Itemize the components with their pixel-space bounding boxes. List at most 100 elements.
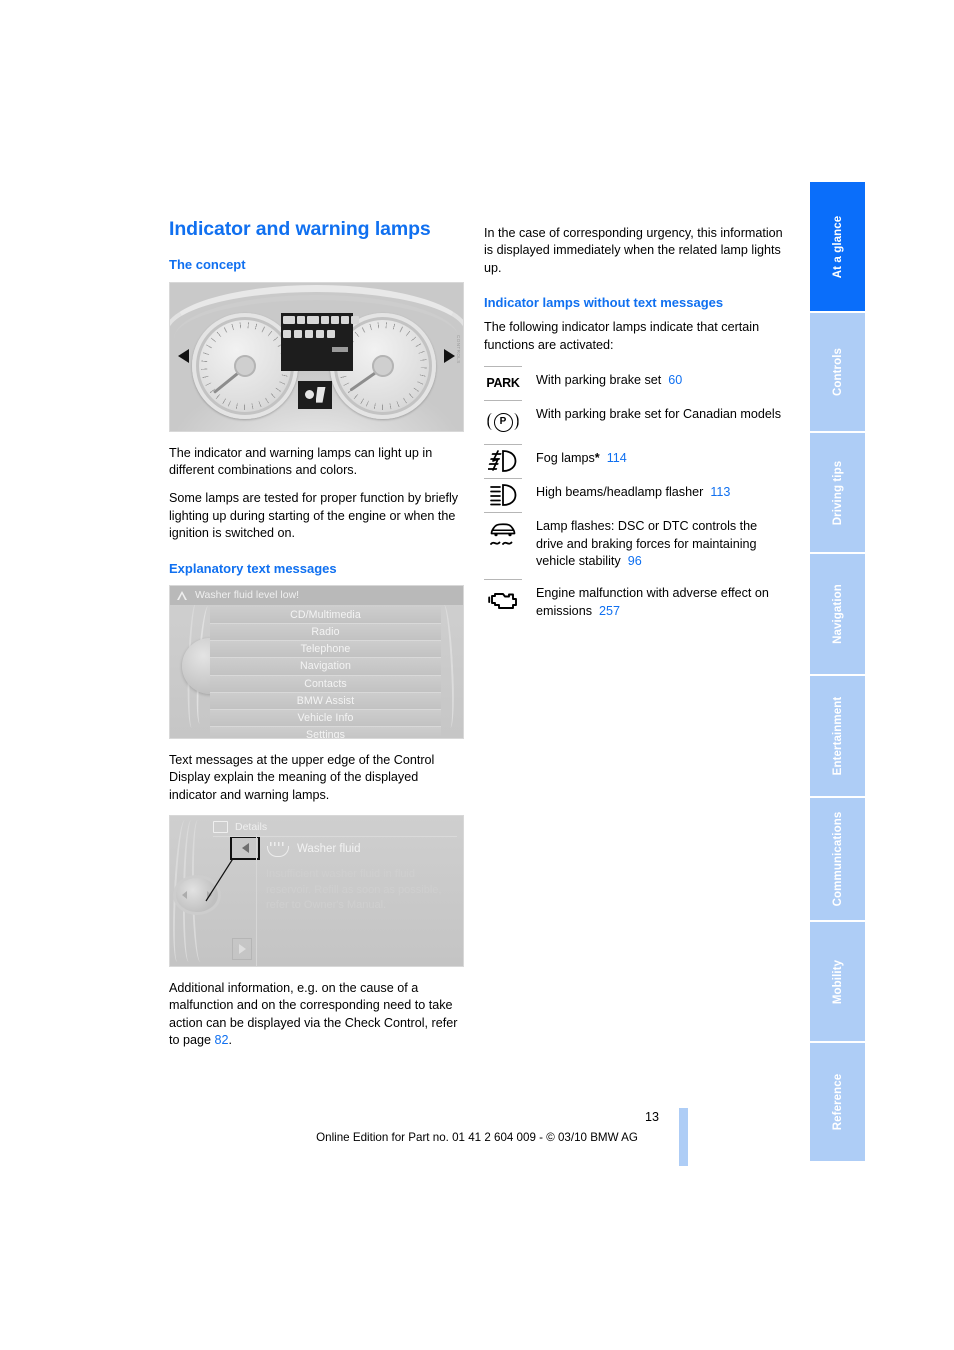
menu-item: CD/Multimedia xyxy=(210,606,441,624)
lamp-text: Fog lamps xyxy=(536,451,595,466)
lamp-text: Engine malfunction with adverse effect o… xyxy=(536,586,769,618)
lamp-description: Fog lamps* 114 xyxy=(522,444,784,476)
table-row: Fog lamps* 114 xyxy=(484,444,784,478)
speedometer-hub xyxy=(234,354,256,377)
concept-paragraph-1: The indicator and warning lamps can ligh… xyxy=(169,445,433,478)
menu-item-label: Settings xyxy=(305,729,346,739)
menu-item: BMW Assist xyxy=(210,692,441,710)
menu-explanation-paragraph: Text messages at the upper edge of the C… xyxy=(169,752,435,802)
sidebar-tab-entertainment[interactable]: Entertainment xyxy=(810,676,865,796)
tachometer-hub xyxy=(372,354,394,377)
sidebar-tab-label: Reference xyxy=(831,1073,844,1131)
lamps-intro-paragraph: The following indicator lamps indicate t… xyxy=(484,320,760,352)
lamp-text: With parking brake set xyxy=(536,373,662,388)
lamp-description: Lamp flashes: DSC or DTC controls the dr… xyxy=(522,512,784,579)
idrive-menu-screenshot: Washer fluid level low! CD/Multimedia Ra… xyxy=(169,584,464,739)
page-reference[interactable]: 257 xyxy=(599,604,620,618)
lamp-text: With parking brake set for Canadian mode… xyxy=(536,407,782,422)
menu-item-label: CD/Multimedia xyxy=(290,608,361,621)
menu-item: Telephone xyxy=(210,641,441,659)
details-screenshot: Details Washer fluid Insufficient washer… xyxy=(169,814,464,967)
left-column: Indicator and warning lamps The concept xyxy=(169,218,464,1049)
instrument-cluster-figure: CONTROLS xyxy=(169,281,464,432)
seatbelt-warning-icon xyxy=(298,380,332,409)
dsc-dtc-icon xyxy=(484,512,522,558)
details-item-label: Washer fluid xyxy=(297,843,361,856)
indicator-lamp-table: PARK With parking brake set 60 P With pa… xyxy=(484,366,784,629)
menu-item-label: Radio xyxy=(311,626,340,639)
lamp-description: Engine malfunction with adverse effect o… xyxy=(522,579,784,629)
high-beam-icon xyxy=(484,478,522,512)
menu-item: Contacts xyxy=(210,675,441,693)
cluster-odometer-bar xyxy=(332,346,348,352)
sidebar-tab-label: Entertainment xyxy=(831,696,844,776)
lamp-description: High beams/headlamp flasher 113 xyxy=(522,478,784,510)
figure-credit: CONTROLS xyxy=(456,334,461,364)
warning-triangle-icon xyxy=(176,590,188,601)
sidebar-tab-label: Mobility xyxy=(831,959,844,1004)
table-row: Engine malfunction with adverse effect o… xyxy=(484,579,784,629)
menu-item-label: Contacts xyxy=(304,677,347,690)
engine-malfunction-icon xyxy=(484,579,522,623)
footer-edition-text: Online Edition for Part no. 01 41 2 604 … xyxy=(316,1131,638,1144)
sidebar-tab-navigation[interactable]: Navigation xyxy=(810,554,865,674)
sidebar-tab-controls[interactable]: Controls xyxy=(810,313,865,431)
details-divider xyxy=(256,833,257,966)
park-brake-canadian-icon: P xyxy=(484,400,522,444)
sidebar-tab-at-a-glance[interactable]: At a glance xyxy=(810,182,865,311)
cluster-display xyxy=(281,312,359,371)
right-column: In the case of corresponding urgency, th… xyxy=(484,225,784,629)
menu-item-label: Navigation xyxy=(299,660,352,673)
details-title: Details xyxy=(235,821,268,834)
page-reference[interactable]: 60 xyxy=(668,373,682,387)
page-reference[interactable]: 96 xyxy=(628,554,642,568)
chapter-tab-strip: At a glance Controls Driving tips Naviga… xyxy=(810,182,865,1163)
page-reference[interactable]: 113 xyxy=(710,485,730,499)
page-number: 13 xyxy=(644,1110,659,1124)
details-body-text: Insufficient washer fluid in fluid reser… xyxy=(266,867,442,912)
check-control-message-bar: Washer fluid level low! xyxy=(170,585,463,605)
optional-equipment-asterisk: * xyxy=(594,451,600,466)
section-heading-text-messages: Explanatory text messages xyxy=(169,560,337,576)
sidebar-tab-label: Navigation xyxy=(831,584,844,644)
menu-item: Settings xyxy=(210,727,441,739)
manual-page: Indicator and warning lamps The concept xyxy=(0,0,954,1350)
callout-line xyxy=(205,856,235,902)
right-triangle-icon xyxy=(238,943,246,954)
sidebar-tab-communications[interactable]: Communications xyxy=(810,798,865,920)
idrive-main-menu: CD/Multimedia Radio Telephone Navigation… xyxy=(210,606,441,739)
right-turn-arrow-icon xyxy=(444,348,455,363)
menu-item: Radio xyxy=(210,623,441,642)
page-reference-82[interactable]: 82 xyxy=(215,1033,229,1047)
lamp-text: Lamp flashes: DSC or DTC controls the dr… xyxy=(536,519,758,568)
park-brake-text-icon: PARK xyxy=(484,366,522,400)
check-control-text-after: . xyxy=(228,1033,233,1048)
table-row: Lamp flashes: DSC or DTC controls the dr… xyxy=(484,512,784,579)
cluster-indicator-row-bottom xyxy=(283,329,335,338)
page-title: Indicator and warning lamps xyxy=(169,218,431,240)
details-content: Washer fluid Insufficient washer fluid i… xyxy=(266,841,455,914)
menu-item-label: Telephone xyxy=(300,643,351,656)
sidebar-tab-label: Driving tips xyxy=(831,460,844,525)
sidebar-tab-label: Controls xyxy=(831,347,844,397)
sidebar-tab-driving-tips[interactable]: Driving tips xyxy=(810,433,865,552)
section-heading-lamps-without-text: Indicator lamps without text messages xyxy=(484,295,724,311)
lamp-description: With parking brake set 60 xyxy=(522,366,784,398)
next-page-button[interactable] xyxy=(232,937,252,960)
section-heading-concept: The concept xyxy=(169,257,246,273)
left-triangle-icon xyxy=(241,842,249,853)
check-control-paragraph: Additional information, e.g. on the caus… xyxy=(169,980,464,1050)
details-title-bar: Details xyxy=(213,819,457,837)
concept-paragraph-2: Some lamps are tested for proper functio… xyxy=(169,491,459,541)
fog-lamp-icon xyxy=(484,444,522,478)
table-row: High beams/headlamp flasher 113 xyxy=(484,478,784,512)
left-turn-arrow-icon xyxy=(178,348,189,363)
check-control-message-text: Washer fluid level low! xyxy=(195,589,300,602)
cluster-indicator-row-top xyxy=(283,315,359,324)
lamp-description: With parking brake set for Canadian mode… xyxy=(522,400,784,432)
table-row: PARK With parking brake set 60 xyxy=(484,366,784,400)
page-reference[interactable]: 114 xyxy=(607,451,627,465)
urgency-paragraph: In the case of corresponding urgency, th… xyxy=(484,226,783,275)
sidebar-tab-mobility[interactable]: Mobility xyxy=(810,922,865,1041)
menu-item: Vehicle Info xyxy=(210,709,441,728)
